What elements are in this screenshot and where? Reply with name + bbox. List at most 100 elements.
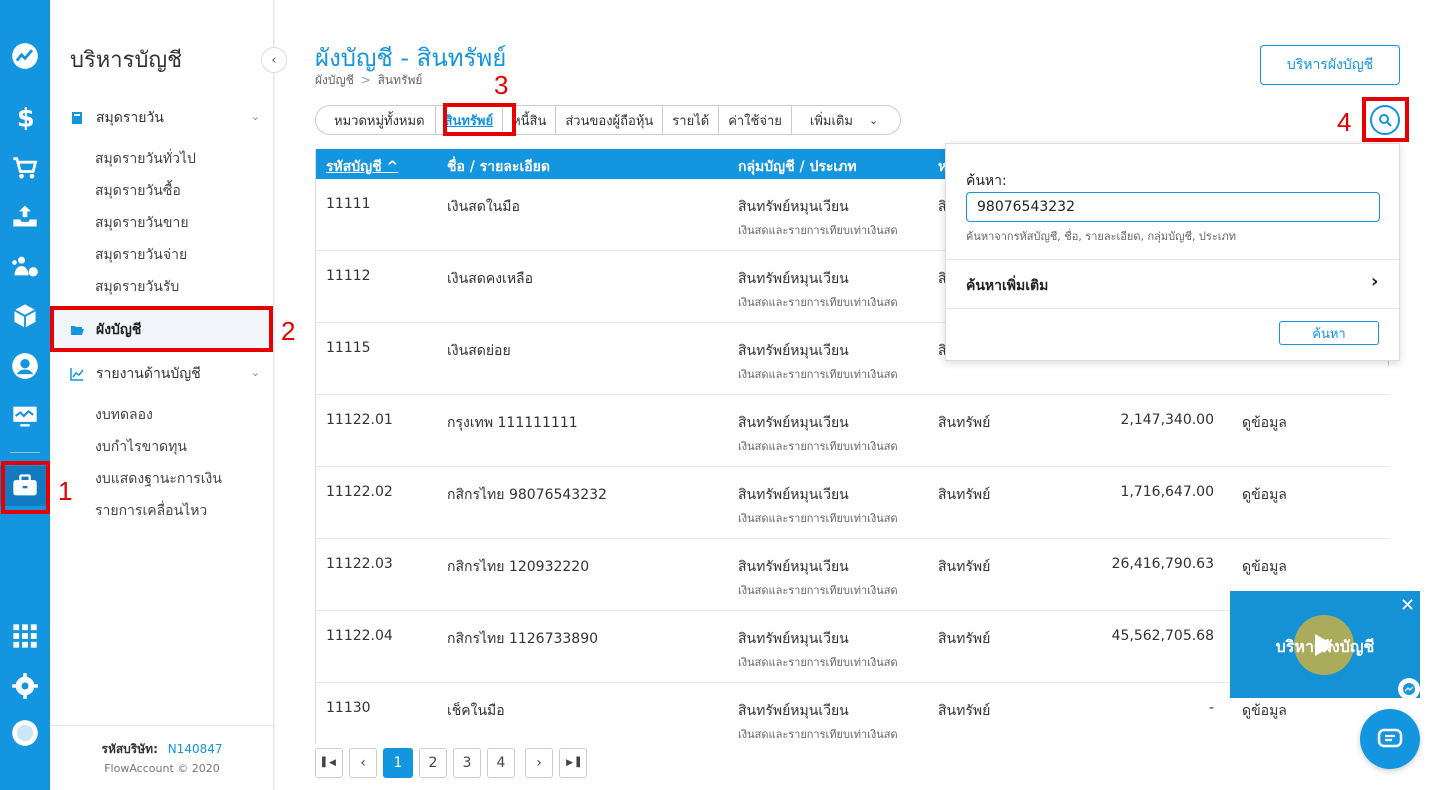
tab-equity[interactable]: ส่วนของผู้ถือหุ้น bbox=[556, 106, 664, 134]
monitor-chart-icon[interactable] bbox=[0, 396, 50, 436]
account-group-cell: สินทรัพย์หมุนเวียน bbox=[738, 559, 849, 575]
column-header-group[interactable]: กลุ่มบัญชี / ประเภท bbox=[738, 156, 857, 178]
account-code-cell: 11122.03 bbox=[326, 556, 393, 572]
sidebar-group-journal[interactable]: สมุดรายวัน ⌄ bbox=[70, 106, 260, 130]
company-code-label: รหัสบริษัท: bbox=[101, 742, 158, 756]
company-code: รหัสบริษัท: N140847 bbox=[50, 740, 274, 759]
user-circle-icon[interactable] bbox=[0, 346, 50, 386]
video-tutorial-widget[interactable]: บริหารผังบัญชี ✕ bbox=[1230, 591, 1420, 700]
table-row[interactable]: 11122.01 กรุงเทพ 111111111 สินทรัพย์หมุนเว… bbox=[316, 395, 1389, 467]
category-tabs: หมวดหมู่ทั้งหมด สินทรัพย์ หนี้สิน ส่วนขอ… bbox=[315, 105, 902, 135]
apps-grid-icon[interactable] bbox=[0, 616, 50, 656]
popover-divider bbox=[946, 259, 1399, 260]
last-page-icon: ▶▐ bbox=[566, 758, 580, 768]
advanced-search-link[interactable]: ค้นหาเพิ่มเติม bbox=[966, 275, 1048, 297]
view-detail-link[interactable]: ดูข้อมูล bbox=[1242, 700, 1287, 722]
search-input[interactable] bbox=[966, 192, 1380, 222]
account-balance-cell: 26,416,790.63 bbox=[1111, 556, 1214, 572]
table-row[interactable]: 11130 เช็คในมือ สินทรัพย์หมุนเวียน เงินสดแล… bbox=[316, 683, 1389, 744]
tab-revenue[interactable]: รายได้ bbox=[663, 106, 720, 134]
annotation-number-4: 4 bbox=[1337, 107, 1352, 137]
table-row[interactable]: 11122.04 กสิกรไทย 1126733890 สินทรัพย์หมุน… bbox=[316, 611, 1389, 683]
chat-button[interactable] bbox=[1360, 709, 1420, 769]
column-header-code[interactable]: รหัสบัญชี ^ bbox=[326, 156, 398, 178]
sidebar-item-purchase-journal[interactable]: สมุดรายวันซื้อ bbox=[95, 180, 181, 202]
table-row[interactable]: 11122.03 กสิกรไทย 120932220 สินทรัพย์หมุนเ… bbox=[316, 539, 1389, 611]
prev-page-button[interactable]: ‹ bbox=[349, 748, 377, 778]
page-2-button[interactable]: 2 bbox=[419, 748, 447, 778]
tab-expenses[interactable]: ค่าใช้จ่าย bbox=[719, 106, 792, 134]
next-page-button[interactable]: › bbox=[525, 748, 553, 778]
page-4-button[interactable]: 4 bbox=[487, 748, 515, 778]
copyright: FlowAccount © 2020 bbox=[104, 762, 220, 775]
chevron-right-icon[interactable]: › bbox=[1371, 271, 1378, 292]
popover-divider bbox=[946, 308, 1399, 309]
tab-all[interactable]: หมวดหมู่ทั้งหมด bbox=[316, 106, 436, 134]
sidebar-item-sales-journal[interactable]: สมุดรายวันขาย bbox=[95, 212, 189, 234]
search-popover: ค้นหา: ค้นหาจากรหัสบัญชี, ชื่อ, รายละเอี… bbox=[945, 143, 1400, 361]
sidebar-item-movements[interactable]: รายการเคลื่อนไหว bbox=[95, 500, 207, 522]
last-page-button[interactable]: ▶▐ bbox=[559, 748, 587, 778]
sidebar-item-payment-journal[interactable]: สมุดรายวันจ่าย bbox=[95, 244, 187, 266]
sidebar-group-label: รายงานด้านบัญชี bbox=[96, 366, 201, 382]
page-1-button[interactable]: 1 bbox=[383, 748, 413, 778]
sidebar-group-reports[interactable]: รายงานด้านบัญชี ⌄ bbox=[70, 362, 260, 386]
svg-text:$: $ bbox=[17, 104, 35, 131]
first-page-button[interactable]: ▌◀ bbox=[315, 748, 343, 778]
account-group-sub-cell: เงินสดและรายการเทียบเท่าเงินสด bbox=[738, 512, 898, 525]
account-code-cell: 11112 bbox=[326, 268, 371, 284]
view-detail-link[interactable]: ดูข้อมูล bbox=[1242, 412, 1287, 434]
first-page-icon: ▌◀ bbox=[322, 758, 336, 768]
manage-chart-button[interactable]: บริหารผังบัญชี bbox=[1260, 45, 1400, 85]
sidebar-item-receipt-journal[interactable]: สมุดรายวันรับ bbox=[95, 276, 179, 298]
account-name-cell: เช็คในมือ bbox=[447, 703, 505, 719]
annotation-box-2 bbox=[50, 306, 273, 352]
account-code-cell: 11130 bbox=[326, 700, 371, 716]
view-detail-link[interactable]: ดูข้อมูล bbox=[1242, 484, 1287, 506]
sub-sidebar: บริหารบัญชี สมุดรายวัน ⌄ สมุดรายวันทั่วไ… bbox=[50, 0, 274, 790]
chat-icon bbox=[1377, 728, 1403, 748]
sidebar-item-trial-balance[interactable]: งบทดลอง bbox=[95, 404, 153, 426]
people-money-icon[interactable] bbox=[0, 246, 50, 286]
view-detail-link[interactable]: ดูข้อมูล bbox=[1242, 556, 1287, 578]
account-balance-cell: 1,716,647.00 bbox=[1120, 484, 1214, 500]
account-group-cell: สินทรัพย์หมุนเวียน bbox=[738, 631, 849, 647]
account-group-sub-cell: เงินสดและรายการเทียบเท่าเงินสด bbox=[738, 440, 898, 453]
account-name-cell: กสิกรไทย 98076543232 bbox=[447, 487, 607, 503]
annotation-number-2: 2 bbox=[281, 316, 296, 346]
sidebar-item-profit-loss[interactable]: งบกำไรขาดทุน bbox=[95, 436, 187, 458]
dashboard-icon[interactable] bbox=[0, 36, 50, 76]
dollar-icon[interactable]: $ bbox=[0, 96, 50, 136]
cart-icon[interactable] bbox=[0, 148, 50, 188]
table-row[interactable]: 11122.02 กสิกรไทย 98076543232 สินทรัพย์หมุ… bbox=[316, 467, 1389, 539]
sidebar-item-balance-sheet[interactable]: งบแสดงฐานะการเงิน bbox=[95, 468, 222, 490]
account-code-cell: 11122.02 bbox=[326, 484, 393, 500]
tab-more-label: เพิ่มเติม bbox=[809, 113, 853, 129]
account-type-cell: สินทรัพย์ bbox=[938, 703, 991, 719]
company-code-value: N140847 bbox=[167, 742, 223, 756]
video-title: บริหารผังบัญชี bbox=[1275, 637, 1375, 656]
account-type-cell: สินทรัพย์ bbox=[938, 631, 991, 647]
close-icon[interactable]: ✕ bbox=[1400, 595, 1415, 616]
tab-more[interactable]: เพิ่มเติม ⌄ bbox=[792, 106, 900, 134]
rail-divider bbox=[10, 452, 40, 453]
collapse-sidebar-button[interactable]: ‹ bbox=[261, 47, 287, 73]
breadcrumb-root[interactable]: ผังบัญชี bbox=[315, 73, 354, 87]
account-group-cell: สินทรัพย์หมุนเวียน bbox=[738, 271, 849, 287]
account-type-cell: สินทรัพย์ bbox=[938, 415, 991, 431]
annotation-box-4 bbox=[1362, 97, 1409, 142]
sidebar-divider bbox=[50, 725, 274, 726]
profile-icon[interactable] bbox=[0, 713, 50, 753]
inbox-upload-icon[interactable] bbox=[0, 196, 50, 236]
sidebar-item-general-journal[interactable]: สมุดรายวันทั่วไป bbox=[95, 148, 196, 170]
settings-icon[interactable] bbox=[0, 666, 50, 706]
page-3-button[interactable]: 3 bbox=[453, 748, 481, 778]
column-header-name[interactable]: ชื่อ / รายละเอียด bbox=[447, 156, 550, 178]
chevron-left-icon: ‹ bbox=[271, 52, 277, 68]
account-type-cell: สินทรัพย์ bbox=[938, 487, 991, 503]
box-icon[interactable] bbox=[0, 296, 50, 336]
account-name-cell: กรุงเทพ 111111111 bbox=[447, 415, 578, 431]
chevron-down-icon: ⌄ bbox=[868, 113, 879, 127]
search-submit-button[interactable]: ค้นหา bbox=[1279, 321, 1379, 345]
annotation-number-1: 1 bbox=[58, 476, 73, 506]
